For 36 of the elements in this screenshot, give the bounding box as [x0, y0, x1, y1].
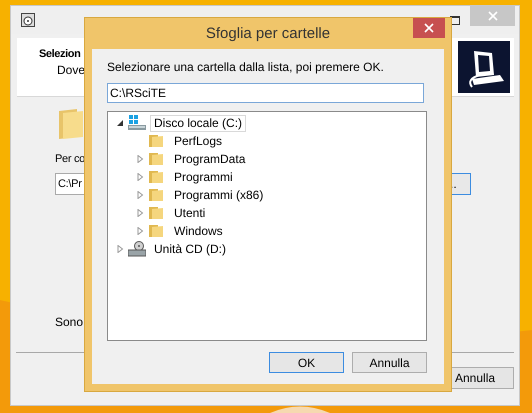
- folder-icon: [148, 151, 166, 167]
- close-icon[interactable]: [424, 23, 434, 33]
- tree-item[interactable]: Programmi: [170, 168, 237, 186]
- cd-drive-icon: [128, 241, 146, 257]
- close-button[interactable]: [413, 18, 445, 38]
- tree-item[interactable]: Unità CD (D:): [150, 240, 230, 258]
- folder-icon: [148, 133, 166, 149]
- expand-arrow-icon[interactable]: [136, 209, 144, 217]
- folder-icon: [148, 169, 166, 185]
- tree-item[interactable]: Utenti: [170, 204, 210, 222]
- maximize-icon[interactable]: [450, 16, 460, 24]
- path-field[interactable]: C:\RSciTE: [107, 83, 424, 103]
- installer-icon: [21, 13, 35, 27]
- header-title: Selezion: [39, 48, 82, 60]
- folder-icon: [148, 205, 166, 221]
- ok-button[interactable]: OK: [269, 352, 344, 373]
- info-text: Sono: [55, 315, 84, 329]
- expand-arrow-icon[interactable]: [136, 173, 144, 181]
- folder-icon: [148, 187, 166, 203]
- tree-item[interactable]: Windows: [170, 222, 227, 240]
- collapse-arrow-icon[interactable]: [116, 119, 124, 127]
- tree-item[interactable]: Programmi (x86): [170, 186, 268, 204]
- header-subtitle: Dove: [57, 63, 86, 77]
- computer-logo-icon: [458, 41, 510, 93]
- expand-arrow-icon[interactable]: [116, 245, 124, 253]
- tree-item[interactable]: PerfLogs: [170, 132, 226, 150]
- tree-item[interactable]: ProgramData: [170, 150, 250, 168]
- cancel-button[interactable]: Annulla: [352, 352, 427, 373]
- drive-icon: [128, 115, 146, 131]
- folder-icon: [148, 223, 166, 239]
- dialog-title: Sfoglia per cartelle: [206, 25, 330, 42]
- instruction-text: Selezionare una cartella dalla lista, poi premere OK.: [107, 60, 385, 74]
- expand-arrow-icon[interactable]: [136, 191, 144, 199]
- tree-item[interactable]: Disco locale (C:): [150, 114, 246, 132]
- expand-arrow-icon[interactable]: [136, 155, 144, 163]
- expand-arrow-icon[interactable]: [136, 227, 144, 235]
